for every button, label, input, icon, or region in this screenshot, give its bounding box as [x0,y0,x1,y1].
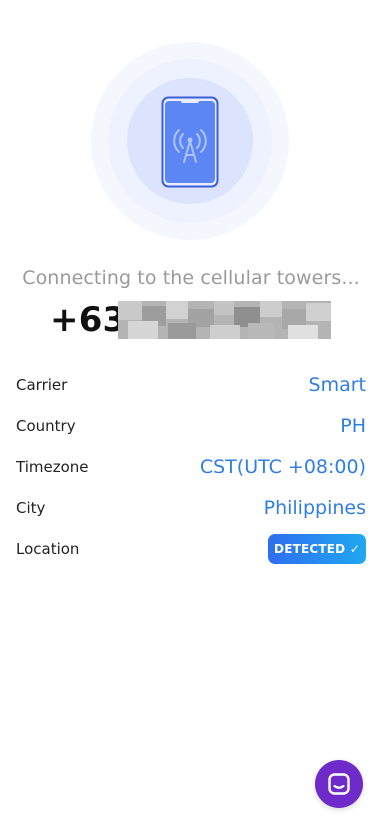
detail-value: CST(UTC +08:00) [199,456,366,478]
detail-label: Timezone [16,458,89,476]
detail-label: Country [16,417,76,435]
detail-row-location: Location DETECTED ✓ [16,529,366,569]
phone-illustration [91,42,289,240]
detail-value: Philippines [263,497,366,519]
chat-button[interactable] [315,760,363,808]
detail-row-city: City Philippines [16,488,366,528]
phone-number-row: +639 [50,300,331,340]
connection-details: Carrier Smart Country PH Timezone CST(UT… [16,365,366,570]
phone-antenna-icon [161,96,219,188]
connection-screen: Connecting to the cellular towers... +63… [0,0,382,827]
chat-icon [328,773,350,795]
location-detected-badge: DETECTED ✓ [268,534,366,564]
connecting-status-text: Connecting to the cellular towers... [22,267,360,289]
detail-row-timezone: Timezone CST(UTC +08:00) [16,447,366,487]
redacted-phone-digits [118,301,331,339]
detail-row-carrier: Carrier Smart [16,365,366,405]
detail-row-country: Country PH [16,406,366,446]
detail-value: PH [340,415,366,437]
detail-label: Carrier [16,376,68,394]
detail-label: Location [16,540,80,558]
detail-label: City [16,499,46,517]
detail-value: Smart [308,374,366,396]
